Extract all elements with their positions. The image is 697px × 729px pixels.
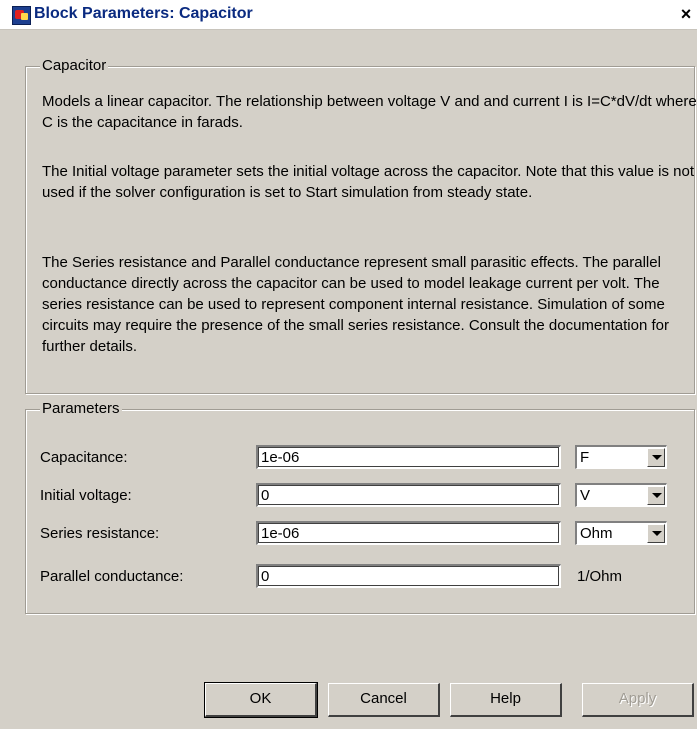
initial-voltage-unit-value: V	[580, 487, 591, 504]
window-title: Block Parameters: Capacitor	[34, 5, 253, 22]
chevron-down-icon[interactable]	[647, 524, 665, 543]
ok-button[interactable]: OK	[204, 682, 318, 718]
simulink-block-icon	[12, 6, 31, 25]
initial-voltage-unit-select[interactable]: V	[575, 483, 667, 507]
capacitance-unit-select[interactable]: F	[575, 445, 667, 469]
chevron-down-icon[interactable]	[647, 448, 665, 467]
description-paragraph-3: The Series resistance and Parallel condu…	[42, 254, 669, 355]
parameters-group-legend: Parameters	[40, 400, 122, 417]
capacitor-description-group: Capacitor Models a linear capacitor. The…	[25, 57, 697, 394]
close-icon[interactable]: ×	[676, 4, 696, 24]
series-resistance-unit-value: Ohm	[580, 525, 613, 542]
series-resistance-label: Series resistance:	[40, 525, 160, 542]
block-parameters-dialog: Block Parameters: Capacitor × Capacitor …	[0, 0, 697, 729]
description-paragraph-1: Models a linear capacitor. The relations…	[42, 93, 697, 131]
capacitance-label: Capacitance:	[40, 449, 128, 466]
capacitance-input[interactable]	[256, 445, 561, 469]
help-button[interactable]: Help	[450, 683, 562, 717]
description-group-legend: Capacitor	[40, 57, 109, 74]
apply-button[interactable]: Apply	[582, 683, 694, 717]
initial-voltage-label: Initial voltage:	[40, 487, 132, 504]
series-resistance-unit-select[interactable]: Ohm	[575, 521, 667, 545]
series-resistance-input[interactable]	[256, 521, 561, 545]
description-paragraph-2: The Initial voltage parameter sets the i…	[42, 163, 695, 201]
title-bar[interactable]: Block Parameters: Capacitor ×	[0, 0, 697, 30]
capacitance-unit-value: F	[580, 449, 590, 466]
initial-voltage-input[interactable]	[256, 483, 561, 507]
cancel-button[interactable]: Cancel	[328, 683, 440, 717]
parallel-conductance-input[interactable]	[256, 564, 561, 588]
chevron-down-icon[interactable]	[647, 486, 665, 505]
parallel-conductance-label: Parallel conductance:	[40, 568, 184, 585]
parallel-conductance-unit: 1/Ohm	[577, 568, 623, 585]
